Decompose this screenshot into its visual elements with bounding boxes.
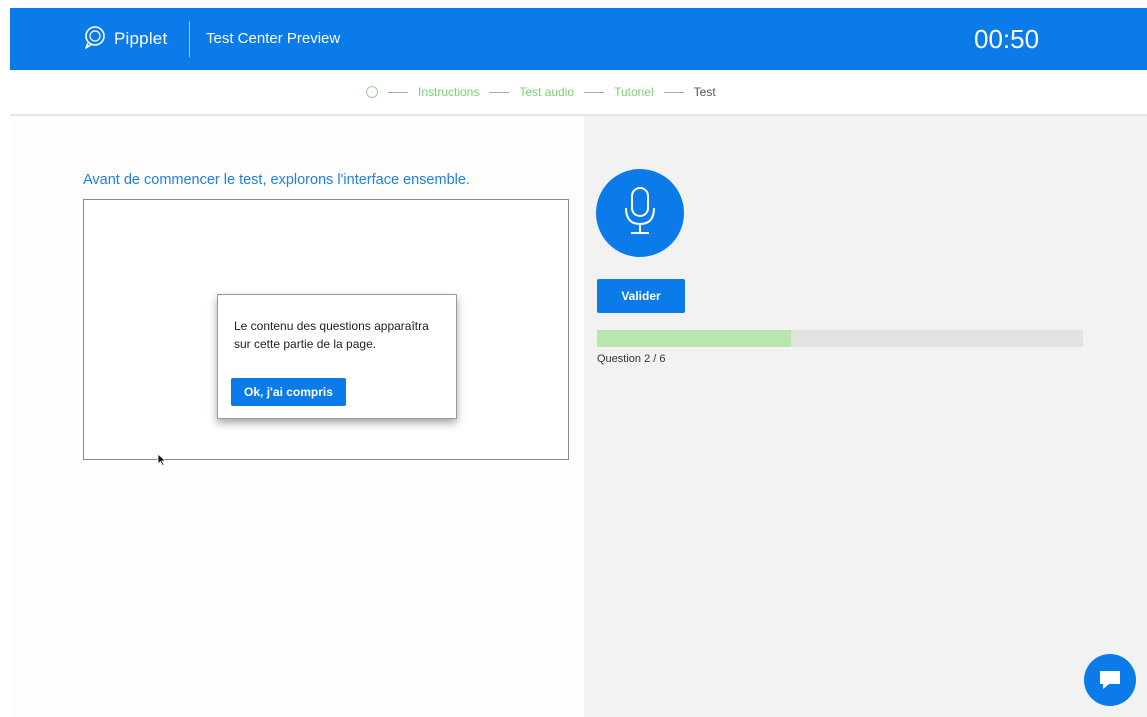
- question-counter: Question 2 / 6: [597, 353, 666, 365]
- header-divider: [189, 21, 190, 57]
- step-instructions: Instructions: [418, 85, 480, 99]
- brand-logo: Pipplet: [82, 25, 167, 53]
- chat-bubble-icon: [1100, 671, 1120, 689]
- step-connector: [388, 91, 408, 93]
- step-tutoriel: Tutoriel: [614, 85, 654, 99]
- answer-pane: Valider Question 2 / 6: [584, 116, 1147, 717]
- microphone-icon: [625, 187, 655, 234]
- app-frame: Pipplet Test Center Preview 00:50 Instru…: [10, 8, 1147, 717]
- ok-understood-button[interactable]: Ok, j'ai compris: [231, 378, 346, 406]
- question-content-area: Le contenu des questions apparaîtra sur …: [83, 199, 569, 460]
- step-connector: [584, 91, 605, 93]
- pipplet-logo-icon: [82, 24, 108, 55]
- step-connector: [489, 91, 510, 93]
- step-test-audio: Test audio: [519, 85, 575, 99]
- question-progress-bar: [597, 330, 1083, 347]
- progress-fill: [597, 330, 792, 347]
- step-connector: [663, 91, 684, 93]
- step-start-icon: [366, 86, 378, 98]
- tooltip-text: Le contenu des questions apparaîtra sur …: [234, 319, 429, 351]
- countdown-timer: 00:50: [974, 24, 1040, 54]
- step-test: Test: [693, 85, 716, 99]
- step-progress-bar: Instructions Test audio Tutoriel Test: [10, 70, 1147, 116]
- intro-text: Avant de commencer le test, explorons l'…: [83, 172, 470, 188]
- top-bar: Pipplet Test Center Preview 00:50: [10, 8, 1147, 70]
- page-title: Test Center Preview: [206, 30, 341, 47]
- mouse-cursor-icon: [157, 453, 167, 472]
- record-button[interactable]: [596, 169, 684, 257]
- tutorial-tooltip: Le contenu des questions apparaîtra sur …: [217, 294, 457, 419]
- validate-button[interactable]: Valider: [597, 279, 685, 313]
- brand-name: Pipplet: [114, 29, 168, 48]
- question-pane: Avant de commencer le test, explorons l'…: [10, 116, 584, 717]
- chat-button[interactable]: [1084, 654, 1136, 706]
